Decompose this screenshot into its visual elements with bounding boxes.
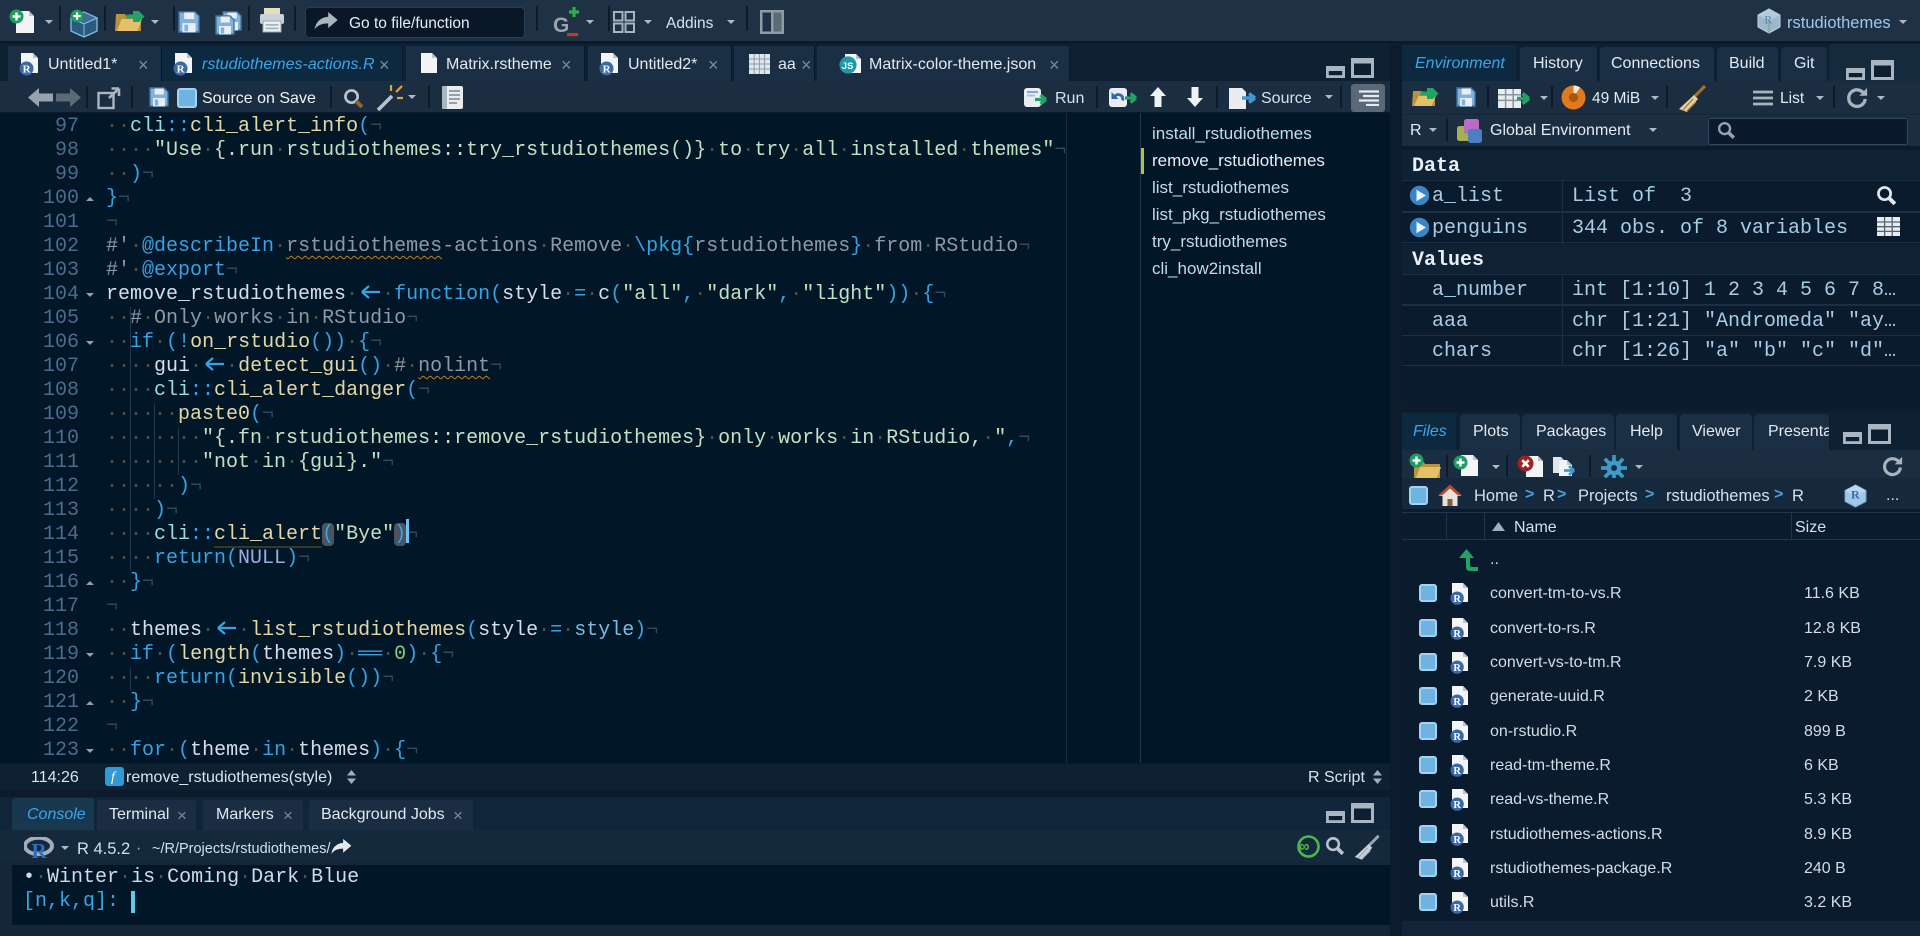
svg-text:R: R bbox=[1453, 732, 1461, 743]
svg-text:R: R bbox=[1453, 800, 1461, 811]
svg-text:R: R bbox=[1453, 697, 1461, 708]
svg-text:R: R bbox=[603, 64, 612, 76]
svg-text:R: R bbox=[177, 64, 186, 76]
svg-text:R: R bbox=[1453, 629, 1461, 640]
svg-text:R: R bbox=[1453, 595, 1461, 606]
svg-text:R: R bbox=[1453, 663, 1461, 674]
svg-text:JS: JS bbox=[842, 61, 854, 72]
svg-text:G: G bbox=[553, 14, 569, 37]
svg-text:R: R bbox=[1851, 488, 1860, 502]
svg-text:R: R bbox=[1453, 766, 1461, 777]
svg-text:R: R bbox=[1453, 869, 1461, 880]
svg-text:R: R bbox=[1453, 903, 1461, 914]
svg-text:R: R bbox=[1764, 13, 1772, 27]
svg-text:R: R bbox=[23, 64, 32, 76]
svg-text:R: R bbox=[32, 839, 48, 860]
svg-text:∞: ∞ bbox=[1300, 839, 1310, 857]
svg-text:R: R bbox=[1453, 835, 1461, 846]
